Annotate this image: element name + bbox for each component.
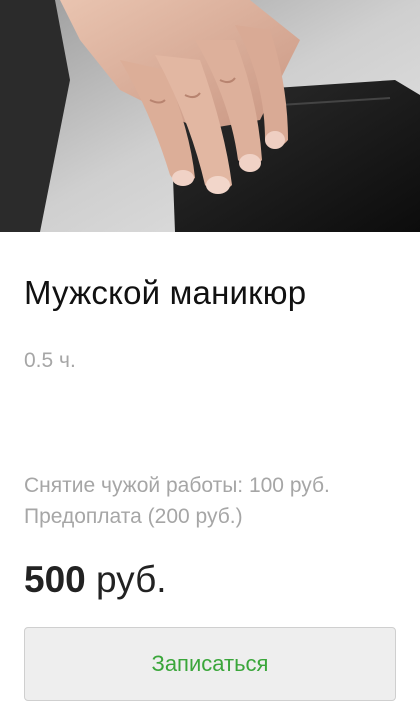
- price-currency: руб.: [96, 559, 167, 600]
- prepayment-note: Предоплата (200 руб.): [24, 505, 243, 528]
- service-photo: [0, 0, 420, 232]
- price-amount: 500: [24, 559, 86, 600]
- service-price: 500 руб.: [24, 559, 167, 601]
- service-duration: 0.5 ч.: [24, 349, 76, 372]
- hand-wallet-image: [0, 0, 420, 232]
- removal-fee-note: Снятие чужой работы: 100 руб.: [24, 474, 330, 497]
- service-title: Мужской маникюр: [24, 274, 307, 311]
- book-button[interactable]: Записаться: [24, 627, 396, 701]
- service-card: Мужской маникюр 0.5 ч. Снятие чужой рабо…: [0, 0, 420, 727]
